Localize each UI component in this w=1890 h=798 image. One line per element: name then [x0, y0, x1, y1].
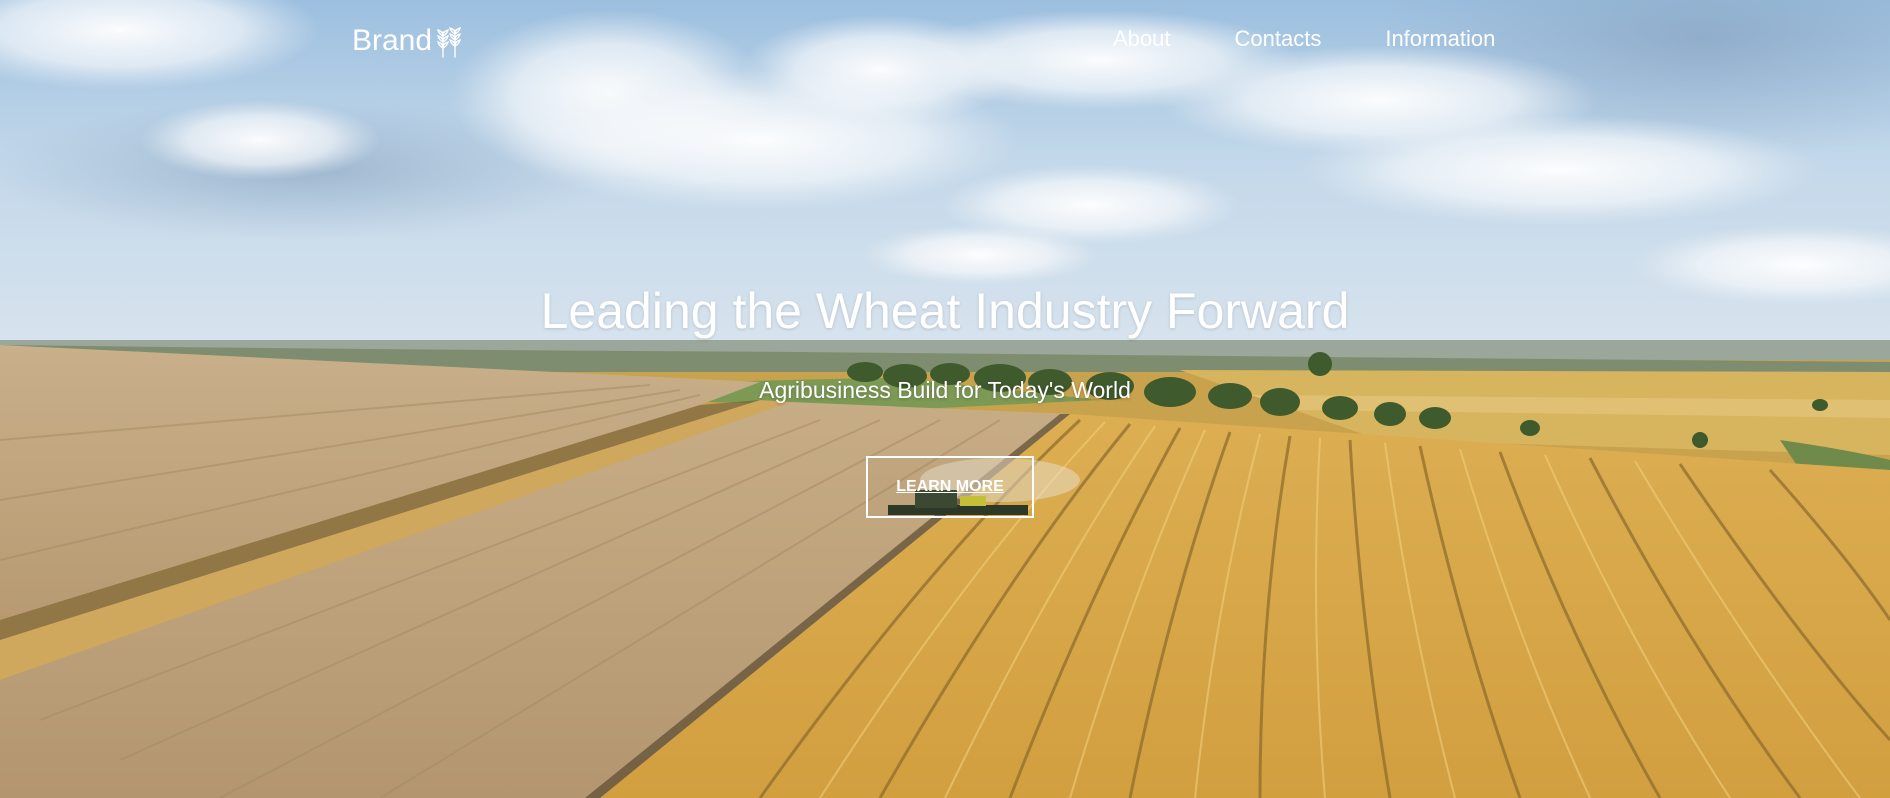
learn-more-label: LEARN MORE — [896, 478, 1004, 495]
nav-link-contacts[interactable]: Contacts — [1235, 26, 1322, 52]
brand-name: Brand — [352, 24, 433, 57]
hero-section: Brand About Contacts Information Leading… — [0, 0, 1890, 798]
nav-link-about[interactable]: About — [1113, 26, 1171, 52]
brand-logo-link[interactable]: Brand — [352, 24, 467, 58]
top-navbar: Brand About Contacts Information — [0, 0, 1890, 84]
hero-title: Leading the Wheat Industry Forward — [540, 283, 1350, 339]
nav-link-information[interactable]: Information — [1385, 26, 1495, 52]
learn-more-button[interactable]: LEARN MORE — [866, 456, 1034, 518]
nav-links: About Contacts Information — [1113, 26, 1495, 52]
wheat-icon — [437, 27, 462, 58]
hero-subtitle: Agribusiness Build for Today's World — [759, 377, 1131, 403]
